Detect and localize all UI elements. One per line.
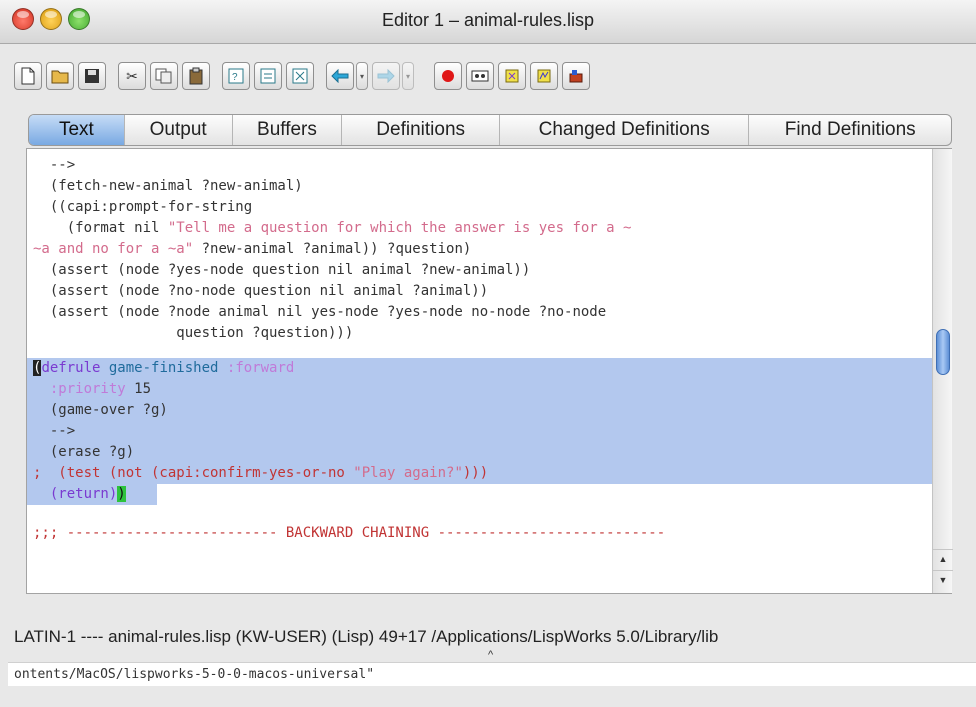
- code-line: (assert (node ?yes-node question nil ani…: [33, 262, 531, 278]
- new-file-icon: [21, 67, 35, 85]
- compile-button[interactable]: [530, 62, 558, 90]
- run-button[interactable]: [562, 62, 590, 90]
- macro-button[interactable]: [466, 62, 494, 90]
- selected-code-line: (erase ?g): [27, 442, 932, 463]
- copy-button[interactable]: [150, 62, 178, 90]
- cut-button[interactable]: ✂: [118, 62, 146, 90]
- selected-code-line: (game-over ?g): [27, 400, 932, 421]
- code-text[interactable]: --> (fetch-new-animal ?new-animal) ((cap…: [27, 155, 932, 587]
- comment-line: ;;; ------------------------- BACKWARD C…: [33, 525, 666, 541]
- find-icon: ?: [228, 68, 244, 84]
- replace-icon: [260, 68, 276, 84]
- save-button[interactable]: [78, 62, 106, 90]
- forward-button[interactable]: [372, 62, 400, 90]
- editor-tabs: Text Output Buffers Definitions Changed …: [28, 114, 952, 146]
- record-button[interactable]: [434, 62, 462, 90]
- selected-code-line: (return)): [27, 484, 157, 505]
- code-line: (format nil "Tell me a question for whic…: [33, 220, 632, 236]
- arrow-up-icon: ▲: [938, 553, 948, 564]
- find-button[interactable]: ?: [222, 62, 250, 90]
- code-line: (assert (node ?no-node question nil anim…: [33, 283, 489, 299]
- selected-code-line: ; (test (not (capi:confirm-yes-or-no "Pl…: [27, 463, 932, 484]
- window-title: Editor 1 – animal-rules.lisp: [381, 10, 595, 30]
- mode-line: LATIN-1 ---- animal-rules.lisp (KW-USER)…: [14, 627, 719, 646]
- code-line: -->: [33, 157, 76, 173]
- code-line: ~a and no for a ~a" ?new-animal ?animal)…: [33, 241, 472, 257]
- definitions-icon: [292, 68, 308, 84]
- tab-find-definitions[interactable]: Find Definitions: [749, 115, 951, 145]
- matching-paren: ): [117, 486, 126, 502]
- cut-icon: ✂: [126, 67, 138, 84]
- copy-icon: [155, 68, 172, 84]
- macro-icon: [471, 70, 489, 82]
- arrow-down-icon: ▼: [938, 574, 948, 585]
- scroll-down-button[interactable]: ▼: [933, 570, 953, 588]
- chevron-down-icon: ▾: [405, 71, 410, 81]
- code-line: (fetch-new-animal ?new-animal): [33, 178, 303, 194]
- caret-up-icon: ^: [488, 649, 494, 661]
- new-file-button[interactable]: [14, 62, 42, 90]
- code-line: (assert (node ?node animal nil yes-node …: [33, 304, 607, 320]
- run-icon: [569, 70, 583, 83]
- record-icon: [442, 70, 454, 82]
- tab-text[interactable]: Text: [29, 115, 125, 145]
- tab-output[interactable]: Output: [125, 115, 233, 145]
- forward-history-dropdown[interactable]: ▾: [402, 62, 414, 90]
- tab-buffers[interactable]: Buffers: [233, 115, 343, 145]
- scrollbar-thumb[interactable]: [936, 329, 950, 375]
- replace-button[interactable]: [254, 62, 282, 90]
- tab-definitions[interactable]: Definitions: [342, 115, 500, 145]
- toolbar: ✂ ? ▾ ▾: [0, 44, 976, 106]
- evaluate-icon: [505, 69, 519, 83]
- open-file-button[interactable]: [46, 62, 74, 90]
- svg-text:?: ?: [232, 72, 238, 83]
- editor-pane[interactable]: --> (fetch-new-animal ?new-animal) ((cap…: [26, 148, 953, 594]
- back-history-dropdown[interactable]: ▾: [356, 62, 368, 90]
- back-button[interactable]: [326, 62, 354, 90]
- scroll-up-button[interactable]: ▲: [933, 549, 953, 567]
- evaluate-button[interactable]: [498, 62, 526, 90]
- selected-code-line: (defrule game-finished :forward: [27, 358, 932, 379]
- paste-icon: [189, 67, 203, 85]
- compile-icon: [537, 69, 551, 83]
- back-arrow-icon: [331, 69, 349, 83]
- selected-code-line: :priority 15: [27, 379, 932, 400]
- echo-area[interactable]: ontents/MacOS/lispworks-5-0-0-macos-univ…: [8, 662, 976, 686]
- open-folder-icon: [51, 70, 69, 84]
- chevron-down-icon: ▾: [359, 71, 364, 81]
- definitions-button[interactable]: [286, 62, 314, 90]
- save-icon: [85, 69, 99, 83]
- code-line: ((capi:prompt-for-string: [33, 199, 253, 215]
- forward-arrow-icon: [377, 69, 395, 83]
- selected-code-line: -->: [27, 421, 932, 442]
- vertical-scrollbar[interactable]: ▲ ▼: [932, 149, 953, 593]
- title-bar: Editor 1 – animal-rules.lisp: [0, 0, 976, 44]
- paste-button[interactable]: [182, 62, 210, 90]
- tab-changed-definitions[interactable]: Changed Definitions: [500, 115, 750, 145]
- code-line: question ?question))): [33, 325, 354, 341]
